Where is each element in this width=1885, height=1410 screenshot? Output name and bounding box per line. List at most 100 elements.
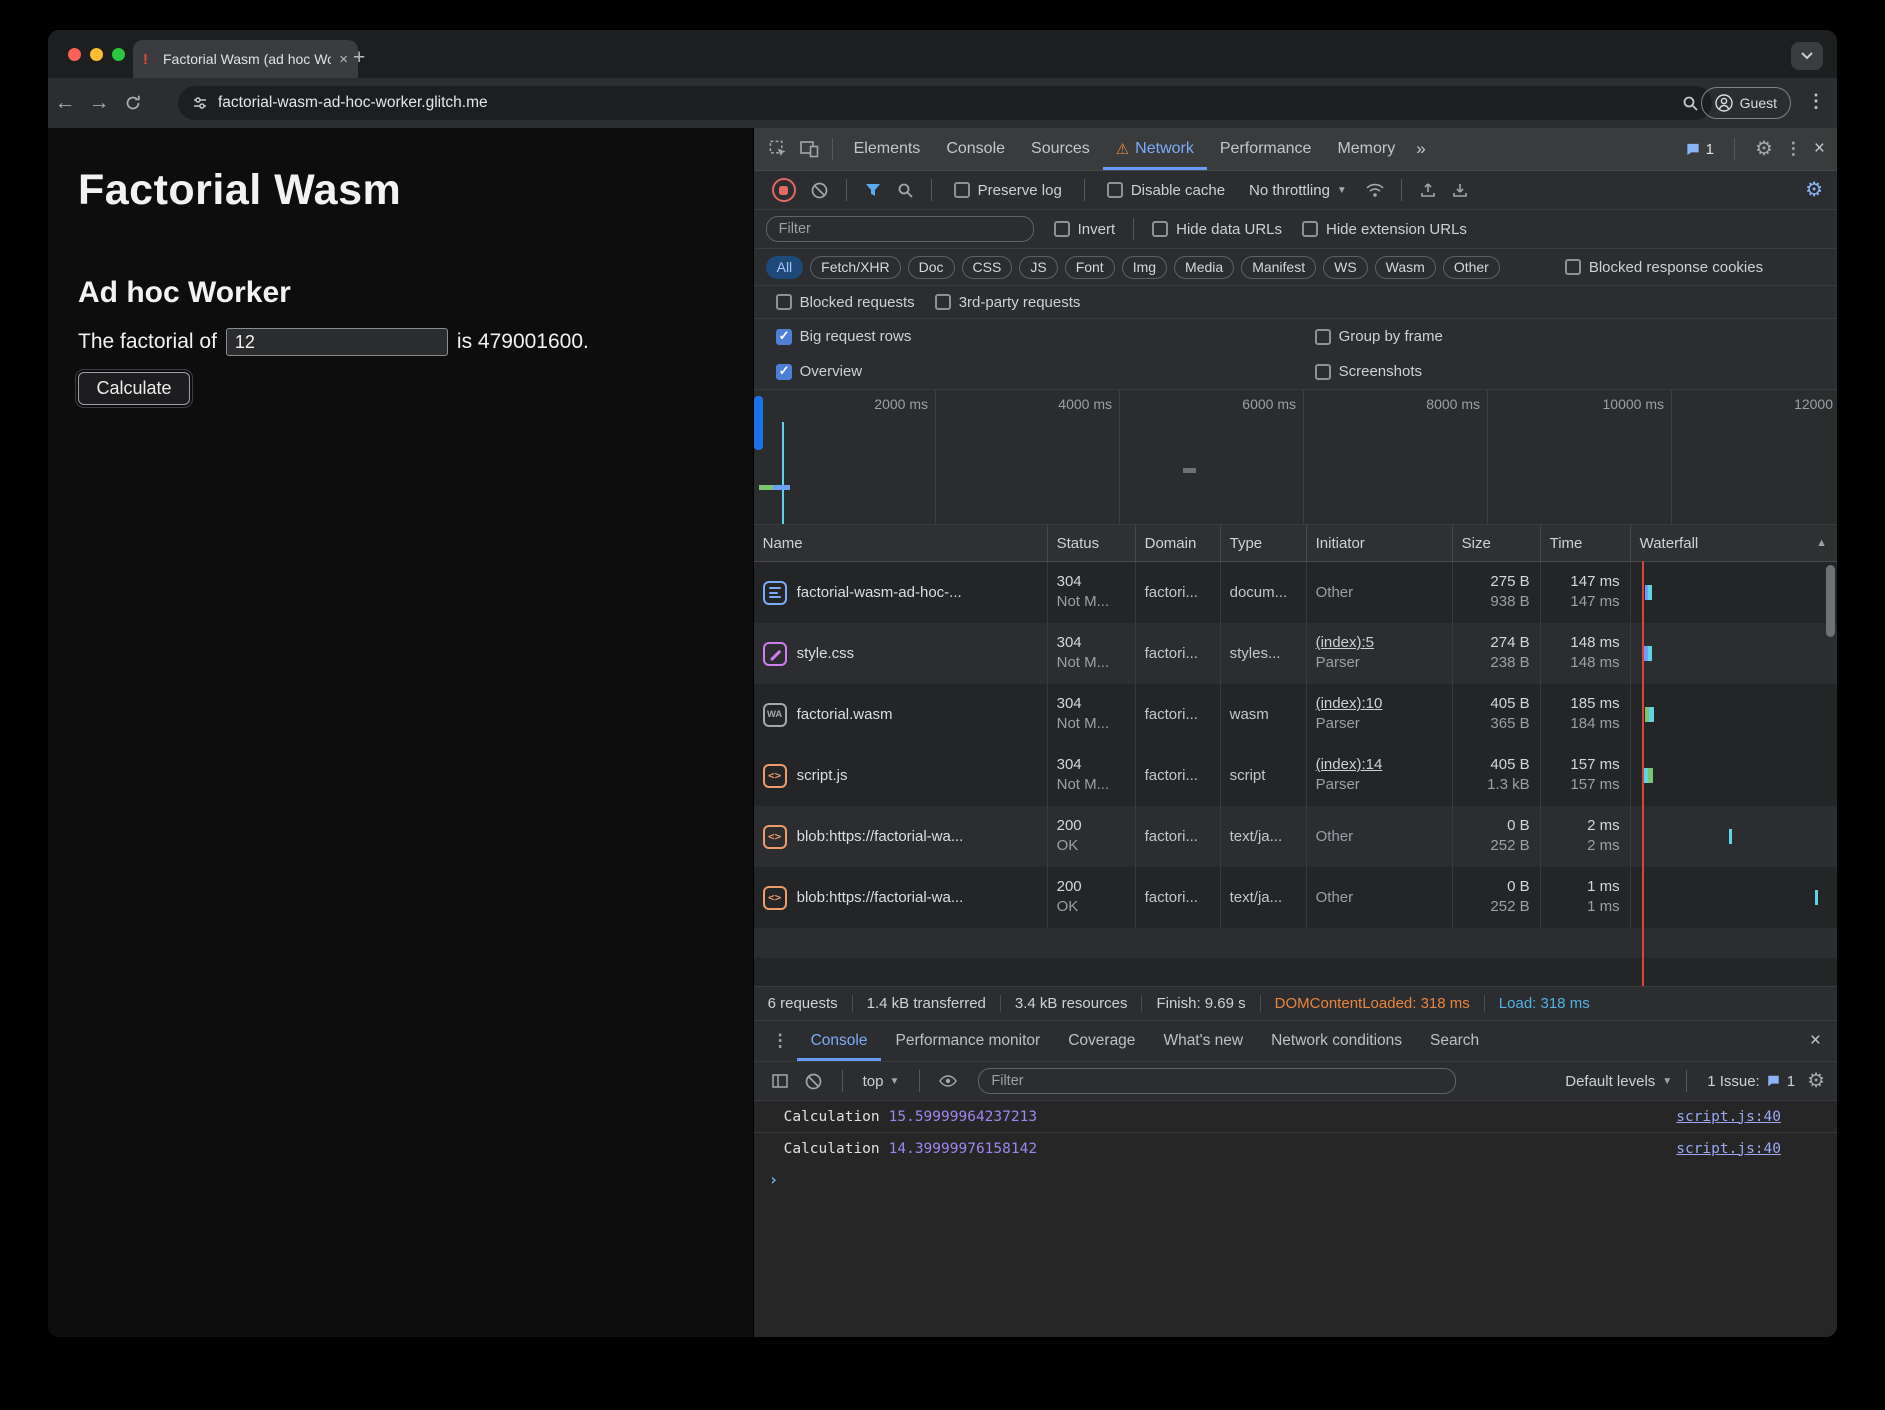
minimize-window-button[interactable] bbox=[90, 48, 103, 61]
checkbox[interactable] bbox=[1302, 221, 1318, 237]
request-row-blob[interactable]: <>blob:https://factorial-wa... 200OK fac… bbox=[754, 867, 1837, 928]
column-waterfall[interactable]: Waterfall▲ bbox=[1631, 525, 1837, 561]
browser-menu-icon[interactable]: ⋮ bbox=[1807, 91, 1825, 112]
filter-funnel-icon[interactable] bbox=[859, 183, 887, 197]
back-button[interactable]: ← bbox=[48, 91, 82, 115]
drawer-tab-performance-monitor[interactable]: Performance monitor bbox=[881, 1021, 1054, 1061]
drawer-tab-coverage[interactable]: Coverage bbox=[1054, 1021, 1149, 1061]
tab-performance[interactable]: Performance bbox=[1207, 128, 1325, 170]
profile-button[interactable]: Guest bbox=[1701, 87, 1791, 119]
console-message[interactable]: Calculation 15.59999964237213 script.js:… bbox=[754, 1101, 1837, 1133]
tab-sources[interactable]: Sources bbox=[1018, 128, 1103, 170]
column-time[interactable]: Time bbox=[1541, 525, 1631, 561]
calculate-button[interactable]: Calculate bbox=[78, 372, 190, 405]
checkbox[interactable] bbox=[1054, 221, 1070, 237]
record-network-log-button[interactable] bbox=[772, 178, 796, 202]
tab-search-button[interactable] bbox=[1791, 42, 1823, 70]
issues-counter[interactable]: 1 Issue: 1 bbox=[1707, 1073, 1795, 1090]
network-conditions-icon[interactable] bbox=[1361, 182, 1389, 198]
console-sidebar-icon[interactable] bbox=[766, 1074, 794, 1088]
chip-css[interactable]: CSS bbox=[962, 256, 1013, 279]
chip-fetch-xhr[interactable]: Fetch/XHR bbox=[810, 256, 900, 279]
eye-icon[interactable] bbox=[934, 1075, 962, 1087]
chip-media[interactable]: Media bbox=[1174, 256, 1234, 279]
initiator-link[interactable]: (index):14 bbox=[1316, 755, 1452, 775]
request-row-script[interactable]: <>script.js 304Not M... factori... scrip… bbox=[754, 745, 1837, 806]
disable-cache-checkbox[interactable]: Disable cache bbox=[1107, 182, 1225, 199]
console-message[interactable]: Calculation 14.39999976158142 script.js:… bbox=[754, 1133, 1837, 1164]
more-tabs-icon[interactable]: » bbox=[1408, 139, 1433, 159]
context-selector[interactable]: top ▼ bbox=[863, 1073, 900, 1090]
clear-console-icon[interactable] bbox=[800, 1073, 828, 1090]
network-overview-timeline[interactable]: 2000 ms 4000 ms 6000 ms 8000 ms 10000 ms… bbox=[754, 390, 1837, 525]
chip-other[interactable]: Other bbox=[1443, 256, 1500, 279]
column-initiator[interactable]: Initiator bbox=[1307, 525, 1453, 561]
close-window-button[interactable] bbox=[68, 48, 81, 61]
chip-js[interactable]: JS bbox=[1019, 256, 1057, 279]
devtools-menu-icon[interactable]: ⋮ bbox=[1785, 139, 1802, 159]
column-domain[interactable]: Domain bbox=[1136, 525, 1221, 561]
search-icon[interactable] bbox=[891, 182, 919, 198]
tab-console[interactable]: Console bbox=[933, 128, 1018, 170]
blocked-requests-checkbox[interactable]: Blocked requests bbox=[776, 294, 915, 311]
site-settings-icon[interactable] bbox=[192, 95, 208, 111]
overview-checkbox[interactable]: Overview bbox=[776, 363, 863, 380]
tab-elements[interactable]: Elements bbox=[841, 128, 934, 170]
browser-tab[interactable]: ! Factorial Wasm (ad hoc Work × bbox=[133, 40, 358, 78]
drawer-tab-whats-new[interactable]: What's new bbox=[1149, 1021, 1257, 1061]
column-status[interactable]: Status bbox=[1048, 525, 1136, 561]
inspect-element-icon[interactable] bbox=[764, 140, 794, 159]
console-filter-input[interactable] bbox=[978, 1068, 1456, 1094]
issues-button[interactable]: 1 bbox=[1685, 141, 1714, 158]
drawer-menu-icon[interactable]: ⋮ bbox=[764, 1031, 797, 1051]
blocked-response-cookies-checkbox[interactable]: Blocked response cookies bbox=[1565, 259, 1763, 276]
checkbox[interactable] bbox=[1315, 329, 1331, 345]
preserve-log-checkbox[interactable]: Preserve log bbox=[954, 182, 1062, 199]
import-har-icon[interactable] bbox=[1414, 182, 1442, 198]
timeline-selection-handle[interactable] bbox=[754, 396, 763, 450]
table-scrollbar[interactable] bbox=[1826, 565, 1835, 637]
maximize-window-button[interactable] bbox=[112, 48, 125, 61]
column-size[interactable]: Size bbox=[1453, 525, 1541, 561]
throttling-select[interactable]: No throttling ▼ bbox=[1249, 182, 1347, 199]
source-link[interactable]: script.js:40 bbox=[1676, 1141, 1781, 1157]
group-by-frame-checkbox[interactable]: Group by frame bbox=[1315, 328, 1443, 345]
clear-network-log-icon[interactable] bbox=[806, 182, 834, 199]
tab-close-icon[interactable]: × bbox=[339, 51, 348, 68]
zoom-indicator-icon[interactable] bbox=[1682, 95, 1698, 111]
drawer-tab-console[interactable]: Console bbox=[797, 1021, 882, 1061]
initiator-link[interactable]: (index):5 bbox=[1316, 633, 1452, 653]
checkbox[interactable] bbox=[1107, 182, 1123, 198]
log-levels-select[interactable]: Default levels ▼ bbox=[1565, 1073, 1672, 1090]
device-toolbar-icon[interactable] bbox=[794, 140, 824, 158]
chip-doc[interactable]: Doc bbox=[908, 256, 955, 279]
checkbox[interactable] bbox=[954, 182, 970, 198]
chip-manifest[interactable]: Manifest bbox=[1241, 256, 1316, 279]
drawer-tab-search[interactable]: Search bbox=[1416, 1021, 1493, 1061]
drawer-close-icon[interactable]: × bbox=[1810, 1030, 1821, 1052]
hide-extension-urls-checkbox[interactable]: Hide extension URLs bbox=[1302, 221, 1467, 238]
new-tab-button[interactable]: + bbox=[353, 48, 365, 68]
request-row-wasm[interactable]: WAfactorial.wasm 304Not M... factori... … bbox=[754, 684, 1837, 745]
checkbox[interactable] bbox=[935, 294, 951, 310]
factorial-input[interactable] bbox=[226, 328, 448, 356]
forward-button[interactable]: → bbox=[82, 91, 116, 115]
request-row-document[interactable]: factorial-wasm-ad-hoc-... 304Not M... fa… bbox=[754, 562, 1837, 623]
source-link[interactable]: script.js:40 bbox=[1676, 1109, 1781, 1125]
checkbox[interactable] bbox=[776, 294, 792, 310]
request-row-stylesheet[interactable]: style.css 304Not M... factori... styles.… bbox=[754, 623, 1837, 684]
invert-checkbox[interactable]: Invert bbox=[1054, 221, 1116, 238]
console-settings-gear-icon[interactable]: ⚙ bbox=[1807, 1071, 1825, 1091]
checkbox[interactable] bbox=[1315, 364, 1331, 380]
chip-img[interactable]: Img bbox=[1122, 256, 1167, 279]
checkbox-checked[interactable] bbox=[776, 329, 792, 345]
chip-ws[interactable]: WS bbox=[1323, 256, 1368, 279]
checkbox-checked[interactable] bbox=[776, 364, 792, 380]
console-prompt[interactable]: › bbox=[754, 1164, 1837, 1194]
big-request-rows-checkbox[interactable]: Big request rows bbox=[776, 328, 912, 345]
network-filter-input[interactable] bbox=[766, 216, 1034, 242]
initiator-link[interactable]: (index):10 bbox=[1316, 694, 1452, 714]
third-party-requests-checkbox[interactable]: 3rd-party requests bbox=[935, 294, 1081, 311]
export-har-icon[interactable] bbox=[1446, 182, 1474, 198]
column-type[interactable]: Type bbox=[1221, 525, 1307, 561]
